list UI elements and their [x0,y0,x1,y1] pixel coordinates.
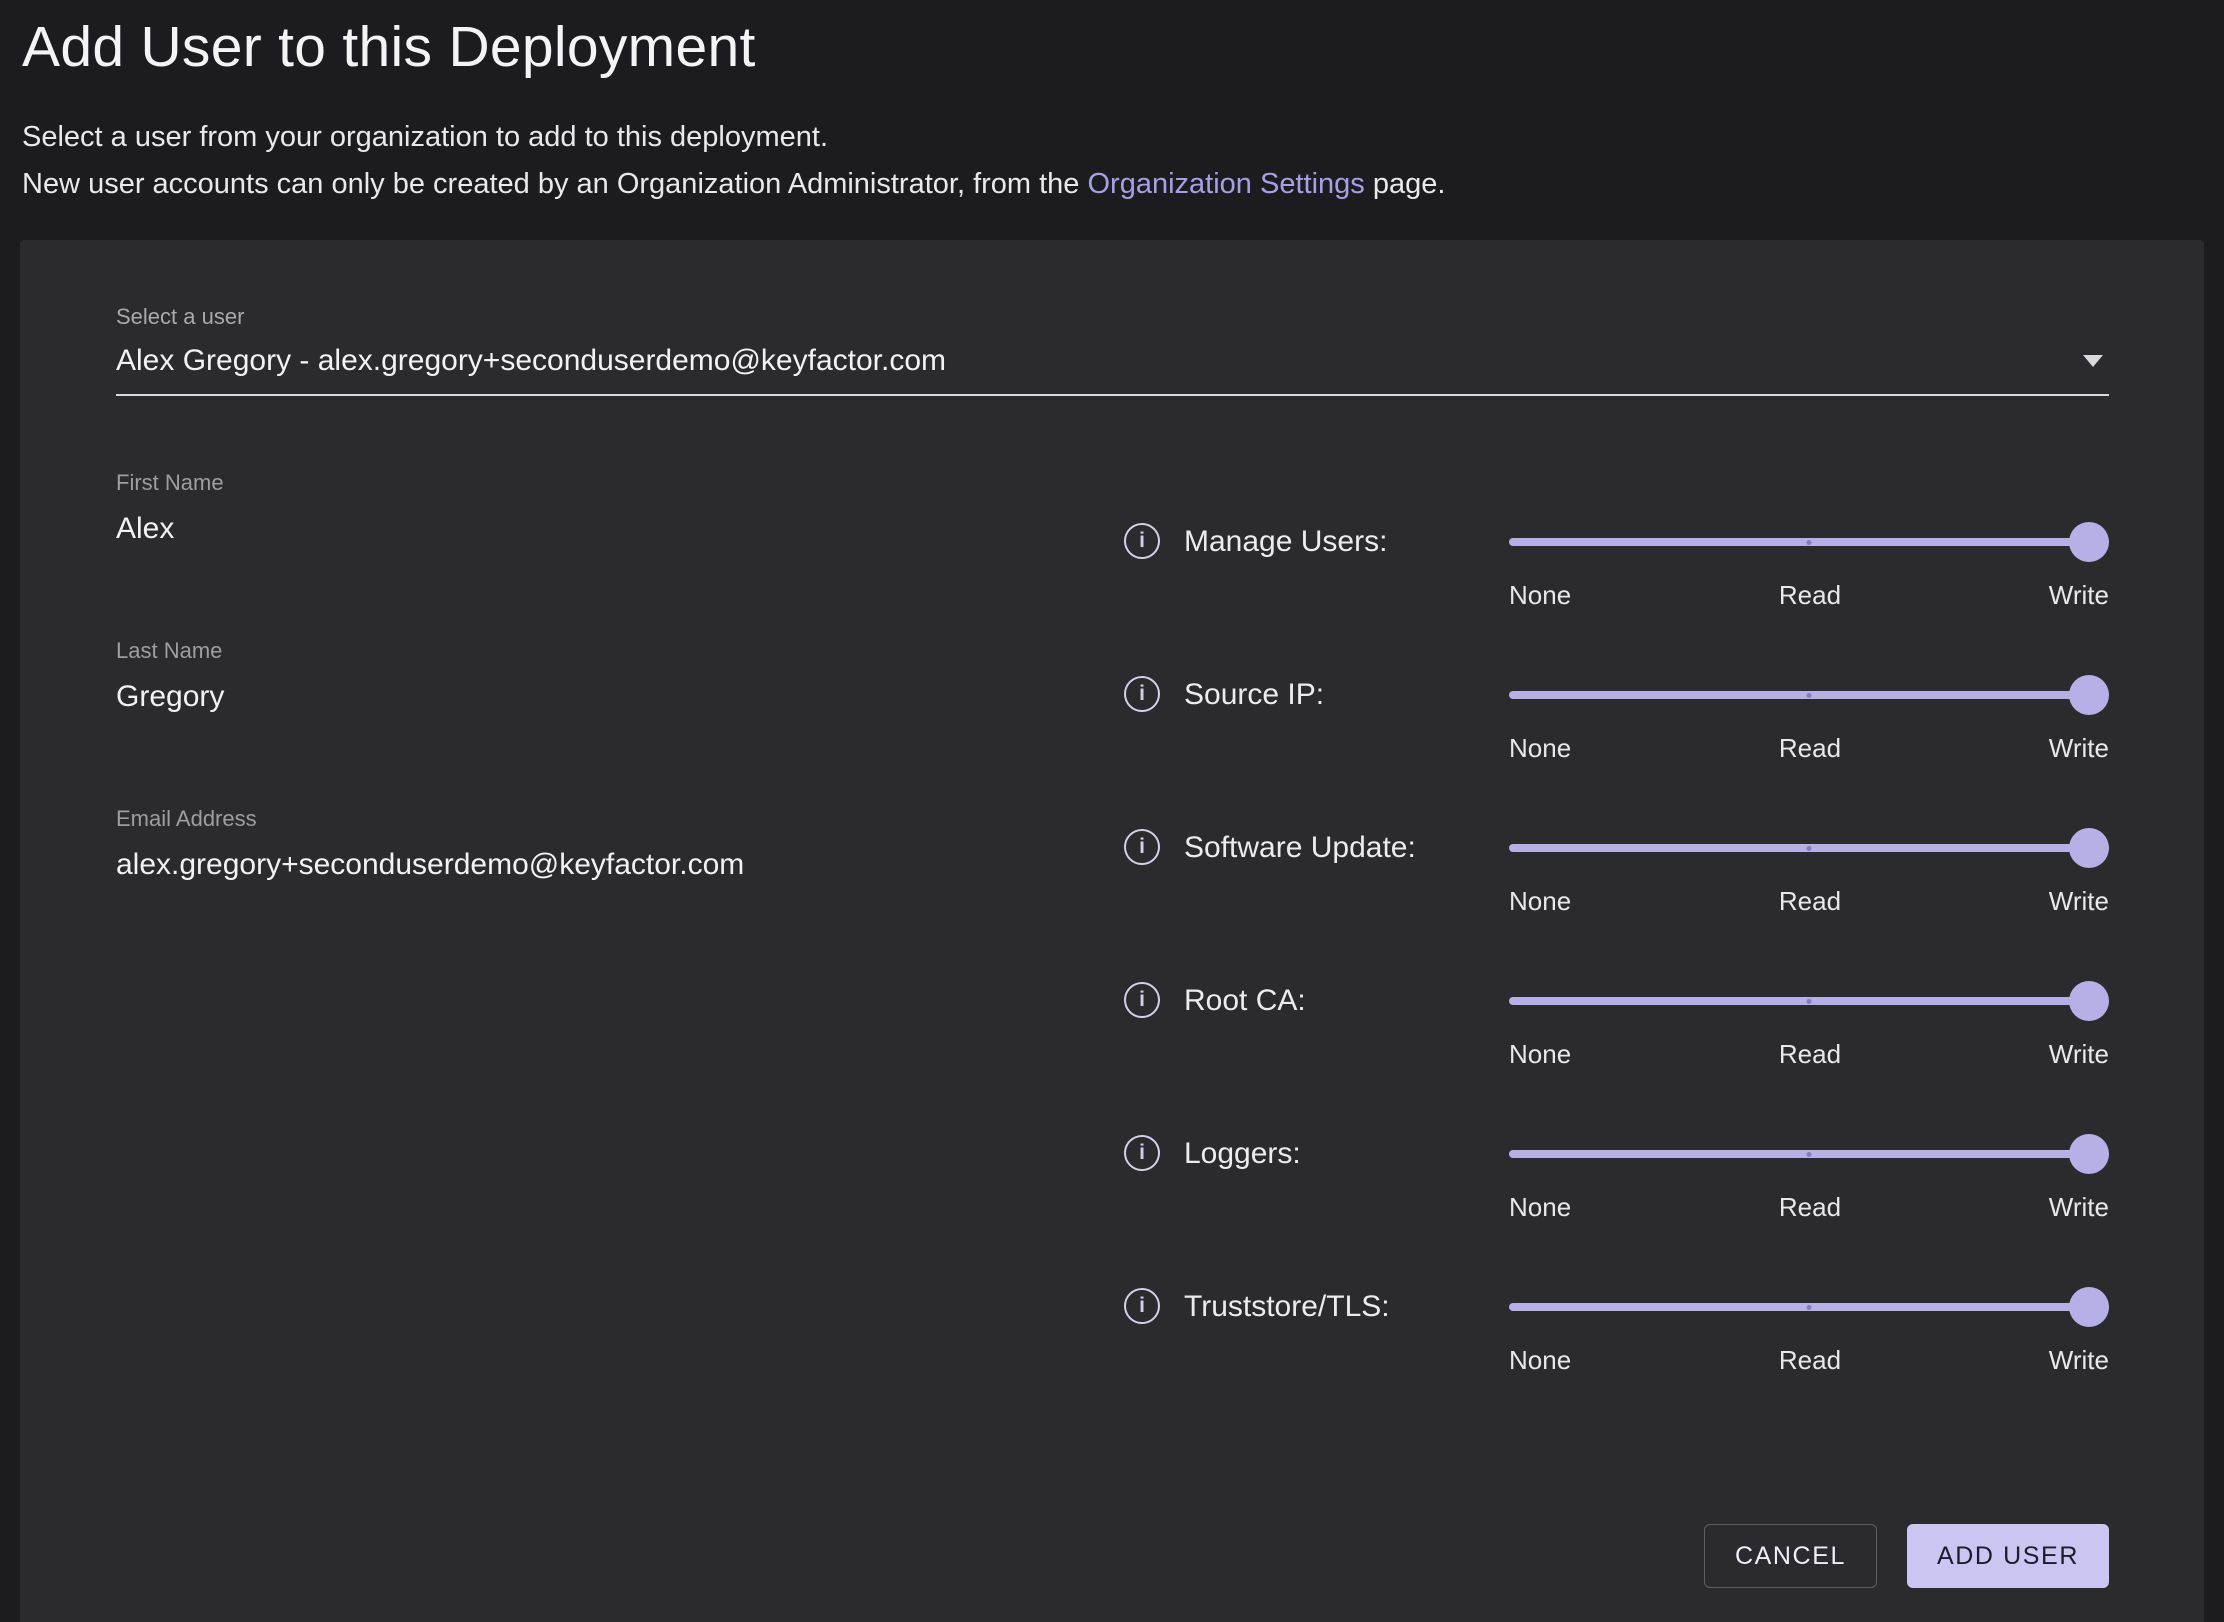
slider-block: None Read Write [1509,673,2109,764]
page-header: Add User to this Deployment Select a use… [0,0,2224,208]
dialog-actions: CANCEL ADD USER [116,1524,2109,1588]
permission-row-manage-users: Manage Users: None Read Write [1124,520,2109,611]
last-name-field: Last Name Gregory [116,638,1124,714]
last-name-label: Last Name [116,638,1124,664]
scale-read: Read [1779,733,1841,764]
slider-block: None Read Write [1509,1132,2109,1223]
manage-users-slider[interactable] [1509,520,2109,564]
scale-read: Read [1779,886,1841,917]
loggers-slider[interactable] [1509,1132,2109,1176]
source-ip-slider[interactable] [1509,673,2109,717]
info-icon[interactable] [1124,1135,1160,1171]
slider-scale: None Read Write [1509,580,2109,611]
slider-thumb[interactable] [2069,675,2109,715]
scale-read: Read [1779,1192,1841,1223]
scale-none: None [1509,1192,1571,1223]
subtitle-line-2-suffix: page. [1365,168,1446,200]
scale-write: Write [2049,1192,2109,1223]
subtitle-line-1: Select a user from your organization to … [22,114,2202,161]
scale-read: Read [1779,1345,1841,1376]
slider-thumb[interactable] [2069,981,2109,1021]
scale-none: None [1509,733,1571,764]
scale-none: None [1509,1039,1571,1070]
main-content: First Name Alex Last Name Gregory Email … [116,470,2109,1438]
truststore-tls-slider[interactable] [1509,1285,2109,1329]
user-select[interactable]: Alex Gregory - alex.gregory+seconduserde… [116,344,2109,396]
info-icon[interactable] [1124,676,1160,712]
permission-label: Root CA: [1184,979,1509,1023]
slider-thumb[interactable] [2069,1287,2109,1327]
permission-row-loggers: Loggers: None Read Write [1124,1132,2109,1223]
slider-block: None Read Write [1509,1285,2109,1376]
slider-thumb[interactable] [2069,828,2109,868]
slider-tick [1807,1152,1812,1157]
slider-thumb[interactable] [2069,1134,2109,1174]
slider-scale: None Read Write [1509,886,2109,917]
slider-tick [1807,846,1812,851]
add-user-card: Select a user Alex Gregory - alex.gregor… [20,240,2204,1622]
scale-none: None [1509,580,1571,611]
user-select-value: Alex Gregory - alex.gregory+seconduserde… [116,344,946,378]
scale-none: None [1509,1345,1571,1376]
slider-block: None Read Write [1509,826,2109,917]
info-icon[interactable] [1124,1288,1160,1324]
scale-write: Write [2049,886,2109,917]
root-ca-slider[interactable] [1509,979,2109,1023]
slider-tick [1807,540,1812,545]
dropdown-arrow-icon [2083,355,2103,367]
scale-write: Write [2049,580,2109,611]
permission-label: Truststore/TLS: [1184,1285,1509,1329]
cancel-button[interactable]: CANCEL [1704,1524,1877,1588]
user-details: First Name Alex Last Name Gregory Email … [116,470,1124,1438]
first-name-label: First Name [116,470,1124,496]
permission-row-root-ca: Root CA: None Read Write [1124,979,2109,1070]
scale-write: Write [2049,1345,2109,1376]
scale-read: Read [1779,580,1841,611]
permission-row-source-ip: Source IP: None Read Write [1124,673,2109,764]
permissions-panel: Manage Users: None Read Write S [1124,470,2109,1438]
user-select-group: Select a user Alex Gregory - alex.gregor… [116,304,2109,396]
slider-tick [1807,693,1812,698]
permission-label: Software Update: [1184,826,1509,870]
first-name-field: First Name Alex [116,470,1124,546]
slider-block: None Read Write [1509,979,2109,1070]
subtitle-line-2-prefix: New user accounts can only be created by… [22,168,1088,200]
info-icon[interactable] [1124,523,1160,559]
scale-write: Write [2049,1039,2109,1070]
info-icon[interactable] [1124,982,1160,1018]
slider-tick [1807,999,1812,1004]
last-name-value: Gregory [116,680,1124,714]
permission-row-truststore-tls: Truststore/TLS: None Read Write [1124,1285,2109,1376]
page-subtitle: Select a user from your organization to … [22,114,2202,208]
email-value: alex.gregory+seconduserdemo@keyfactor.co… [116,848,1124,882]
slider-scale: None Read Write [1509,1039,2109,1070]
email-field: Email Address alex.gregory+seconduserdem… [116,806,1124,882]
permission-label: Loggers: [1184,1132,1509,1176]
subtitle-line-2: New user accounts can only be created by… [22,161,2202,208]
add-user-button[interactable]: ADD USER [1907,1524,2109,1588]
user-select-label: Select a user [116,304,2109,330]
slider-block: None Read Write [1509,520,2109,611]
slider-tick [1807,1305,1812,1310]
permission-row-software-update: Software Update: None Read Write [1124,826,2109,917]
permission-label: Source IP: [1184,673,1509,717]
scale-none: None [1509,886,1571,917]
page-title: Add User to this Deployment [22,14,2202,80]
slider-scale: None Read Write [1509,1345,2109,1376]
scale-write: Write [2049,733,2109,764]
first-name-value: Alex [116,512,1124,546]
software-update-slider[interactable] [1509,826,2109,870]
email-label: Email Address [116,806,1124,832]
permission-label: Manage Users: [1184,520,1509,564]
scale-read: Read [1779,1039,1841,1070]
slider-thumb[interactable] [2069,522,2109,562]
slider-scale: None Read Write [1509,1192,2109,1223]
organization-settings-link[interactable]: Organization Settings [1088,168,1365,200]
info-icon[interactable] [1124,829,1160,865]
slider-scale: None Read Write [1509,733,2109,764]
